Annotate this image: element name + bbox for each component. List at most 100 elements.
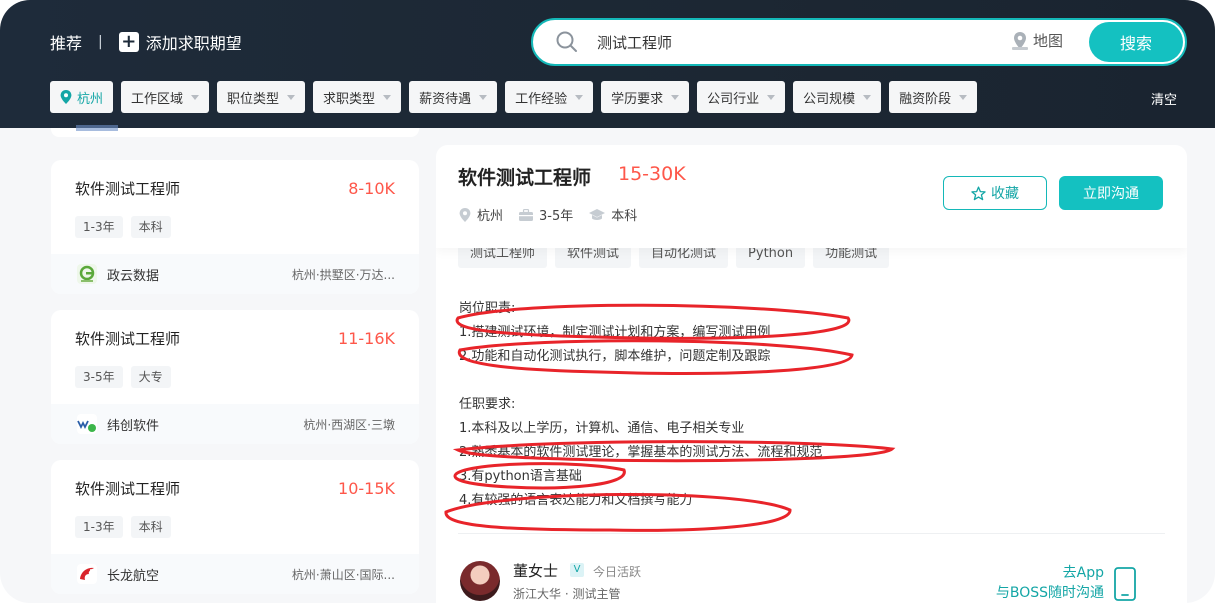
filter-bar: 杭州 工作区域 职位类型 求职类型 薪资待遇 工作经验 学历要求 公司行业 公司…: [50, 81, 985, 113]
job-salary: 11-16K: [338, 329, 395, 348]
job-title: 软件测试工程师: [75, 180, 181, 198]
filter-label: 工作经验: [515, 91, 568, 107]
plus-icon[interactable]: +: [118, 32, 139, 52]
filter-label: 薪资待遇: [419, 91, 472, 107]
list-item-partial[interactable]: [51, 125, 419, 137]
job-tag: 1-3年: [75, 516, 123, 538]
job-card[interactable]: 软件测试工程师 11-16K 3-5年 大专 纬创软件 杭州·西湖区·三墩: [51, 310, 419, 444]
caret-down-icon: [671, 94, 680, 100]
job-salary: 8-10K: [348, 179, 395, 198]
company-name[interactable]: 政云数据: [107, 265, 159, 284]
company-name[interactable]: 纬创软件: [107, 415, 159, 434]
filter-industry[interactable]: 公司行业: [697, 81, 786, 113]
chat-now-button[interactable]: 立即沟通: [1059, 176, 1163, 210]
job-detail-header: 软件测试工程师 15-30K 杭州 3-5年 本科 收藏 立即沟通: [436, 145, 1187, 248]
filter-label: 公司行业: [707, 91, 760, 107]
job-description: 岗位职责: 1.搭建测试环境，制定测试计划和方案，编写测试用例 2.功能和自动化…: [459, 297, 822, 513]
company-logo: [76, 125, 118, 131]
divider: [458, 533, 1165, 534]
filter-label: 融资阶段: [899, 91, 952, 107]
app-link-line2: 与BOSS随时沟通: [995, 585, 1104, 601]
location-icon: [60, 90, 72, 104]
job-tag: 本科: [130, 216, 171, 238]
detail-education: 本科: [589, 205, 637, 224]
avatar[interactable]: [460, 561, 500, 601]
caret-down-icon: [479, 94, 488, 100]
job-location: 杭州·拱墅区·万达...: [291, 268, 395, 282]
map-pin-icon: [1012, 31, 1028, 50]
phone-icon[interactable]: [1114, 567, 1136, 601]
nav-recommend[interactable]: 推荐: [50, 30, 82, 54]
filter-label: 学历要求: [611, 91, 664, 107]
duty-line: 1.搭建测试环境，制定测试计划和方案，编写测试用例: [459, 325, 771, 340]
filter-position-type[interactable]: 职位类型: [217, 81, 306, 113]
job-title: 软件测试工程师: [75, 330, 181, 348]
requirement-line: 4.有较强的语言表达能力和文档撰写能力: [459, 493, 693, 508]
filter-salary[interactable]: 薪资待遇: [409, 81, 498, 113]
nav-separator: |: [98, 34, 103, 50]
company-row: 政云数据 杭州·拱墅区·万达...: [51, 254, 419, 294]
app-link-line1: 去App: [1062, 565, 1104, 581]
city-text: 杭州: [477, 209, 504, 224]
caret-down-icon: [863, 94, 872, 100]
company-logo: [77, 264, 97, 284]
search-bar: 地图 搜索: [531, 18, 1187, 66]
filter-label: 工作区域: [131, 91, 184, 107]
caret-down-icon: [383, 94, 392, 100]
requirement-line: 2.熟悉基本的软件测试理论，掌握基本的测试方法、流程和规范: [459, 445, 823, 460]
city-label: 杭州: [77, 91, 104, 107]
favorite-button[interactable]: 收藏: [943, 176, 1047, 210]
location-icon: [459, 207, 471, 222]
detail-salary: 15-30K: [618, 163, 686, 185]
briefcase-icon: [519, 208, 534, 221]
job-salary: 10-15K: [338, 479, 395, 498]
recruiter-card: 董女士 V 今日活跃 浙江大华 · 测试主管 去App 与BOSS随时沟通: [460, 561, 1160, 603]
city-filter[interactable]: 杭州: [50, 81, 114, 113]
filter-education[interactable]: 学历要求: [601, 81, 690, 113]
job-card[interactable]: 软件测试工程师 8-10K 1-3年 本科 政云数据 杭州·拱墅区·万达...: [51, 160, 419, 294]
top-header: 推荐 | + 添加求职期望 地图 搜索: [0, 0, 1215, 128]
caret-down-icon: [767, 94, 776, 100]
caret-down-icon: [959, 94, 968, 100]
favorite-label: 收藏: [991, 186, 1019, 202]
map-label: 地图: [1033, 32, 1064, 50]
company-row: 长龙航空 杭州·萧山区·国际...: [51, 554, 419, 594]
job-tags: 3-5年 大专: [75, 366, 179, 388]
graduation-cap-icon: [589, 208, 606, 220]
filter-job-type[interactable]: 求职类型: [313, 81, 402, 113]
caret-down-icon: [575, 94, 584, 100]
job-tags: 1-3年 本科: [75, 516, 179, 538]
job-tags: 1-3年 本科: [75, 216, 179, 238]
recruiter-name: 董女士: [513, 562, 559, 580]
job-card[interactable]: 软件测试工程师 10-15K 1-3年 本科 长龙航空 杭州·萧山区·国际...: [51, 460, 419, 594]
education-text: 本科: [611, 209, 638, 224]
detail-city: 杭州: [459, 205, 503, 224]
search-button[interactable]: 搜索: [1089, 22, 1183, 62]
job-location: 杭州·萧山区·国际...: [291, 568, 395, 582]
requirement-line: 3.有python语言基础: [459, 469, 582, 484]
requirement-line: 1.本科及以上学历，计算机、通信、电子相关专业: [459, 421, 745, 436]
job-list: 软件测试工程师 8-10K 1-3年 本科 政云数据 杭州·拱墅区·万达... …: [51, 125, 419, 594]
duties-heading: 岗位职责:: [459, 301, 516, 316]
clear-filters-link[interactable]: 清空: [1151, 89, 1177, 108]
filter-company-size[interactable]: 公司规模: [793, 81, 882, 113]
add-expectation-link[interactable]: 添加求职期望: [146, 30, 242, 54]
job-tag: 1-3年: [75, 216, 123, 238]
map-link[interactable]: 地图: [1011, 30, 1063, 51]
company-row: 纬创软件 杭州·西湖区·三墩: [51, 404, 419, 444]
job-location: 杭州·西湖区·三墩: [303, 418, 395, 432]
top-nav: 推荐 | + 添加求职期望: [50, 30, 242, 54]
filter-funding[interactable]: 融资阶段: [889, 81, 978, 113]
detail-meta: 杭州 3-5年 本科: [459, 205, 653, 224]
filter-experience[interactable]: 工作经验: [505, 81, 594, 113]
company-logo: [77, 564, 97, 584]
company-name[interactable]: 长龙航空: [107, 565, 159, 584]
job-tag: 大专: [130, 366, 171, 388]
go-app-link[interactable]: 去App 与BOSS随时沟通: [996, 563, 1104, 603]
filter-label: 职位类型: [227, 91, 280, 107]
active-status: 今日活跃: [593, 565, 642, 579]
job-tag: 本科: [130, 516, 171, 538]
filter-area[interactable]: 工作区域: [121, 81, 210, 113]
duty-line: 2.功能和自动化测试执行，脚本维护，问题定制及跟踪: [459, 349, 771, 364]
search-input[interactable]: [597, 28, 997, 56]
